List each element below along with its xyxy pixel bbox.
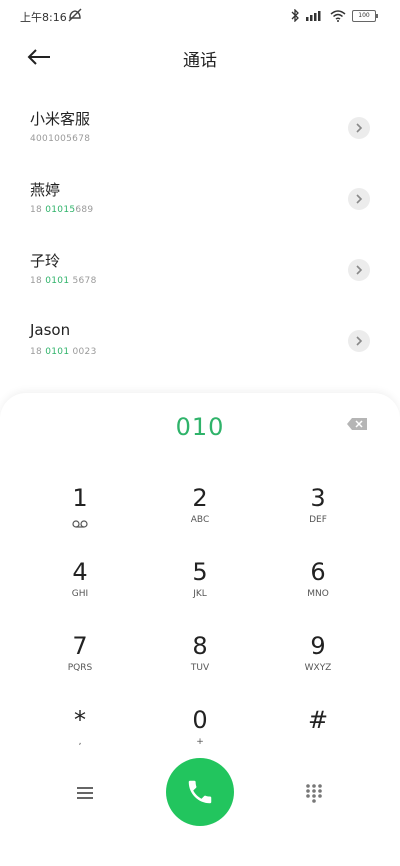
contact-name: 小米客服 <box>30 110 91 128</box>
battery-icon: 100 <box>352 9 378 22</box>
key-0[interactable]: 0 + <box>140 705 260 765</box>
key-8[interactable]: 8 TUV <box>140 631 260 691</box>
status-time: 上午8:16 <box>20 11 67 24</box>
key-6[interactable]: 6 MNO <box>258 557 378 617</box>
contact-name: Jason <box>30 321 71 339</box>
contact-number: 18 01015689 <box>30 205 94 215</box>
signal-icon <box>306 11 321 21</box>
status-bar: 上午8:16 100 <box>0 0 400 34</box>
battery-level: 100 <box>358 11 370 19</box>
key-1[interactable]: 1 <box>20 483 140 543</box>
key-star[interactable]: * , <box>20 705 140 765</box>
bluetooth-icon <box>291 9 299 22</box>
voicemail-icon <box>72 520 88 528</box>
chevron-right-icon <box>356 265 363 275</box>
contact-row[interactable]: 燕婷 18 01015689 <box>0 161 400 232</box>
page-title: 通话 <box>183 51 217 71</box>
key-3[interactable]: 3 DEF <box>258 483 378 543</box>
contact-name: 子玲 <box>30 252 61 270</box>
contact-number: 18 0101 0023 <box>30 347 97 357</box>
contact-row[interactable]: Jason 18 0101 0023 <box>0 303 400 374</box>
dialer-panel: 010 1 2 ABC 3 DEF 4 GHI 5 JKL 6 MNO 7 PQ… <box>0 393 400 866</box>
contact-number: 4001005678 <box>30 134 91 144</box>
contact-suggestions-list: 小米客服 4001005678 燕婷 18 01015689 子玲 18 010… <box>0 90 400 374</box>
contact-detail-button[interactable] <box>348 259 370 281</box>
key-9[interactable]: 9 WXYZ <box>258 631 378 691</box>
contact-detail-button[interactable] <box>348 330 370 352</box>
call-button[interactable] <box>166 758 234 826</box>
contact-row[interactable]: 小米客服 4001005678 <box>0 90 400 161</box>
chevron-right-icon <box>356 336 363 346</box>
dialed-number-display[interactable]: 010 <box>0 413 400 441</box>
contact-detail-button[interactable] <box>348 188 370 210</box>
chevron-right-icon <box>356 123 363 133</box>
chevron-right-icon <box>356 194 363 204</box>
key-7[interactable]: 7 PQRS <box>20 631 140 691</box>
backspace-icon[interactable] <box>346 417 368 431</box>
contact-number: 18 0101 5678 <box>30 276 97 286</box>
wifi-icon <box>330 9 346 22</box>
contact-row[interactable]: 子玲 18 0101 5678 <box>0 232 400 303</box>
keypad-toggle-icon[interactable] <box>304 783 324 803</box>
notification-muted-icon <box>68 8 82 22</box>
key-5[interactable]: 5 JKL <box>140 557 260 617</box>
dialer-bottom-bar <box>0 758 400 828</box>
menu-icon[interactable] <box>74 783 96 803</box>
key-2[interactable]: 2 ABC <box>140 483 260 543</box>
contact-detail-button[interactable] <box>348 117 370 139</box>
header: 通话 <box>0 34 400 80</box>
contact-name: 燕婷 <box>30 181 61 199</box>
phone-icon <box>188 780 212 804</box>
key-hash[interactable]: # <box>258 705 378 765</box>
key-4[interactable]: 4 GHI <box>20 557 140 617</box>
